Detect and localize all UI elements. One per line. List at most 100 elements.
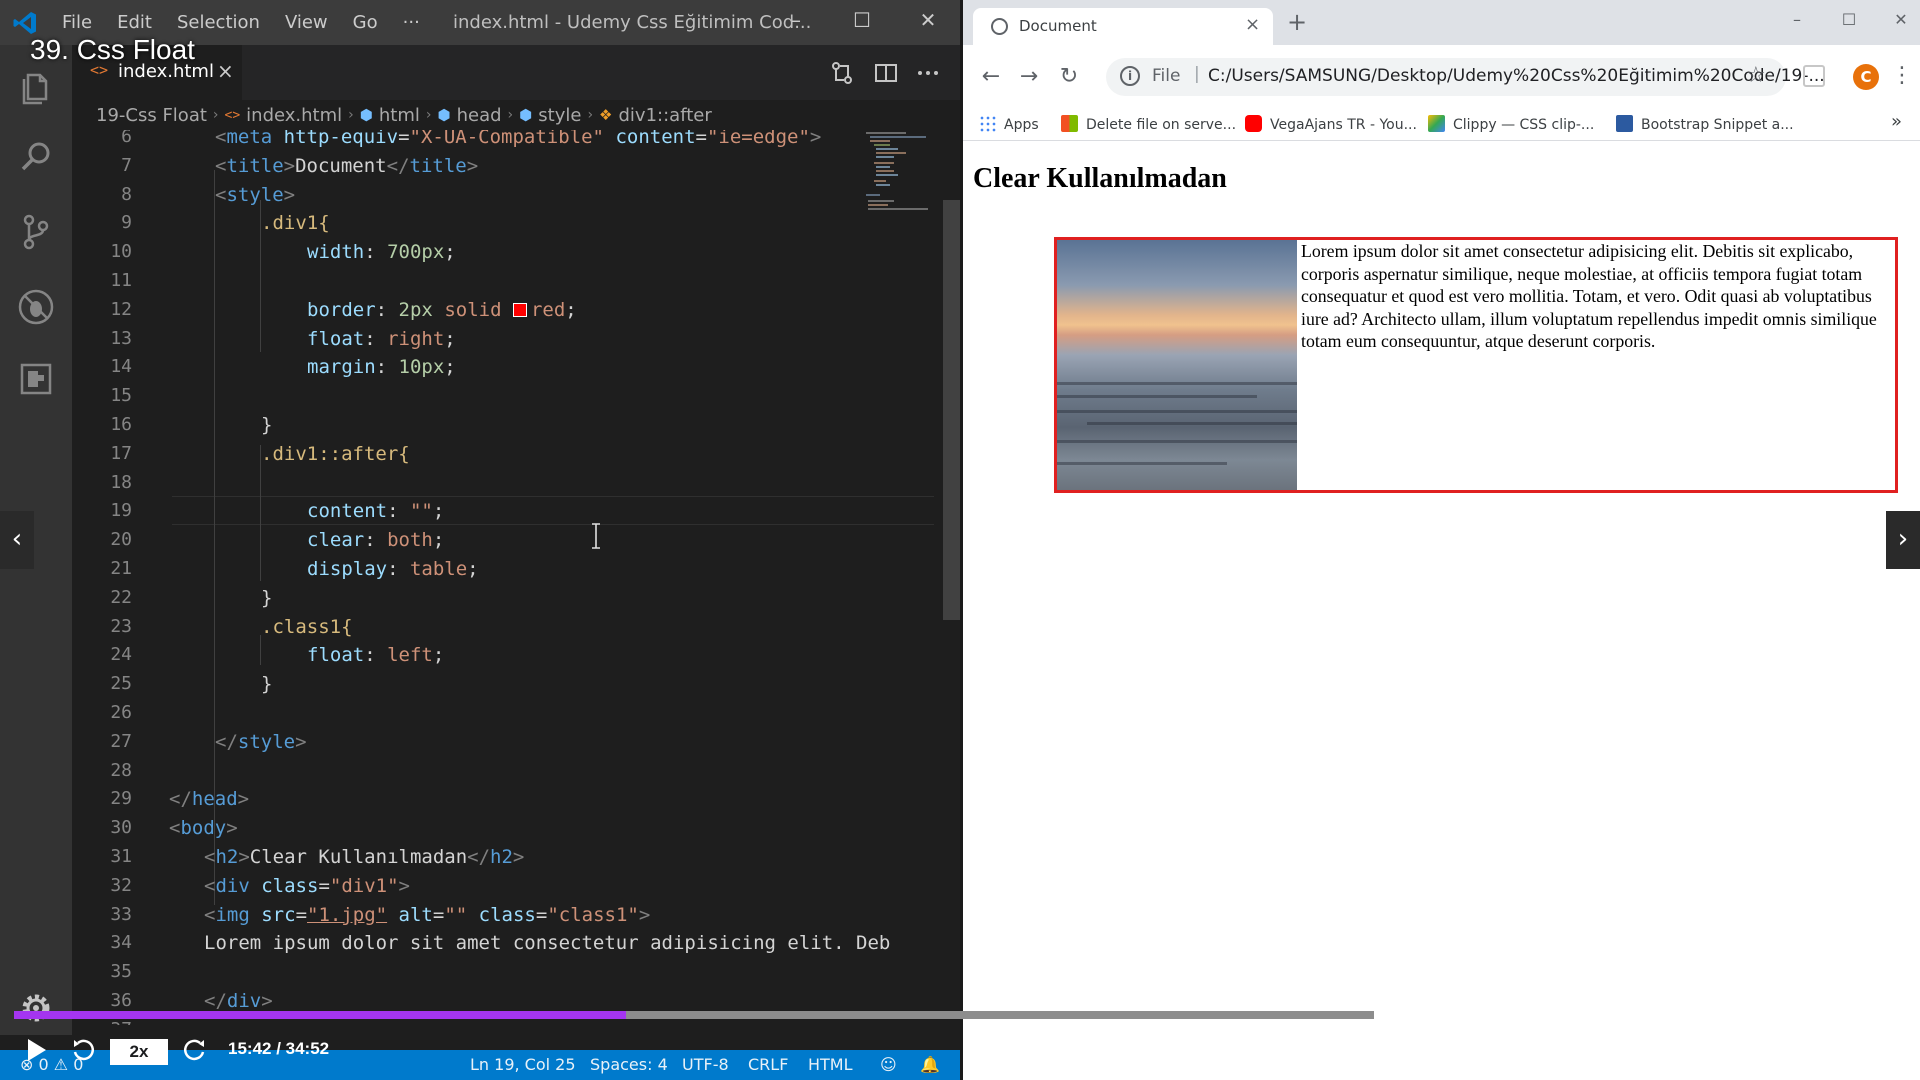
profile-avatar[interactable]: C: [1853, 64, 1879, 90]
browser-toolbar: ← → ↻ i File | C:/Users/SAMSUNG/Desktop/…: [963, 45, 1920, 107]
menu-file[interactable]: File: [62, 12, 92, 33]
address-bar[interactable]: i File | C:/Users/SAMSUNG/Desktop/Udemy%…: [1106, 58, 1825, 96]
rewind-icon[interactable]: [70, 1036, 98, 1064]
info-icon[interactable]: i: [1120, 66, 1140, 86]
menu-bar: File Edit Selection View Go ···: [62, 12, 420, 33]
minimize-icon[interactable]: –: [782, 8, 810, 36]
code-editor[interactable]: 6 7 8 9 10 11 12 13 14 15 16 17 18 19 20 21 22 23 24 25 26 27…: [72, 130, 960, 1025]
line-number: 6: [121, 130, 132, 147]
extension-icon[interactable]: [1803, 65, 1825, 87]
extensions-icon[interactable]: [14, 357, 58, 401]
text-cursor-icon: [592, 523, 600, 549]
menu-go[interactable]: Go: [353, 12, 378, 33]
chevron-right-icon: ›: [348, 107, 354, 123]
breadcrumb-style[interactable]: style: [538, 105, 581, 126]
lecture-title: 39. Css Float: [30, 34, 195, 65]
breadcrumb-file[interactable]: index.html: [246, 105, 342, 126]
line-number: 32: [110, 874, 132, 896]
code-line-12: border: 2px solid red;: [307, 298, 577, 321]
line-number: 18: [110, 471, 132, 493]
more-actions-icon[interactable]: [914, 59, 942, 87]
clippy-icon: [1428, 115, 1445, 132]
editor-tab-bar: <> index.html ×: [72, 45, 960, 100]
next-lecture-arrow-icon[interactable]: ›: [1886, 511, 1920, 569]
menu-selection[interactable]: Selection: [177, 12, 260, 33]
code-line-29: </head>: [169, 788, 250, 811]
browser-tab-strip: Document × + – ☐ ✕: [963, 0, 1920, 45]
page-viewport: Clear Kullanılmadan Lorem ipsum dolor si…: [963, 141, 1920, 1011]
line-number: 13: [110, 327, 132, 349]
forward-icon[interactable]: [180, 1036, 208, 1064]
tab-close-icon[interactable]: ×: [217, 59, 234, 83]
source-control-icon[interactable]: [14, 210, 58, 254]
line-number: 22: [110, 586, 132, 608]
minimize-icon[interactable]: –: [1785, 10, 1809, 34]
debug-icon[interactable]: [14, 285, 58, 329]
play-icon[interactable]: [22, 1036, 50, 1064]
line-number: 11: [110, 270, 132, 291]
page-heading: Clear Kullanılmadan: [973, 163, 1227, 194]
search-icon[interactable]: [14, 135, 58, 179]
code-line-7: <title>Document</title>: [215, 154, 479, 177]
vscode-logo-icon: [13, 12, 36, 34]
minimap[interactable]: [864, 130, 934, 1025]
manage-gear-icon[interactable]: [18, 990, 54, 1026]
close-window-icon[interactable]: ✕: [914, 8, 942, 36]
explorer-icon[interactable]: [14, 65, 58, 109]
maximize-icon[interactable]: ☐: [1837, 10, 1861, 34]
maximize-icon[interactable]: ☐: [848, 8, 876, 36]
split-editor-icon[interactable]: [872, 59, 900, 87]
breadcrumb-html[interactable]: html: [379, 105, 420, 126]
code-line-24: float: left;: [307, 644, 445, 667]
code-line-14: margin: 10px;: [307, 356, 456, 379]
code-line-6: <meta http-equiv="X-UA-Compatible" conte…: [215, 130, 822, 148]
forward-icon[interactable]: →: [1015, 63, 1043, 91]
bookmark-delete-file[interactable]: Delete file on serve...: [1061, 115, 1236, 133]
back-icon[interactable]: ←: [977, 63, 1005, 91]
close-window-icon[interactable]: ✕: [1889, 10, 1913, 34]
line-number: 27: [110, 730, 132, 752]
menu-more[interactable]: ···: [403, 12, 420, 33]
new-tab-button[interactable]: +: [1287, 10, 1307, 34]
bookmark-clippy[interactable]: Clippy — CSS clip-...: [1428, 115, 1594, 133]
exit-fullscreen-icon[interactable]: [1870, 1036, 1900, 1066]
bookmark-apps[interactable]: Apps: [979, 115, 1039, 133]
breadcrumb-selector[interactable]: div1::after: [619, 105, 712, 126]
breadcrumb-head[interactable]: head: [457, 105, 502, 126]
vscode-window: File Edit Selection View Go ··· index.ht…: [0, 0, 960, 1080]
open-changes-icon[interactable]: [828, 59, 856, 87]
float-container: Lorem ipsum dolor sit amet consectetur a…: [1054, 237, 1898, 493]
browser-menu-icon[interactable]: ⋮: [1891, 63, 1913, 88]
playback-speed-button[interactable]: 2x: [110, 1039, 168, 1065]
current-line-highlight: [172, 496, 934, 525]
color-swatch-icon[interactable]: [512, 302, 527, 317]
bookmark-star-icon[interactable]: ☆: [1746, 63, 1766, 88]
line-number: 8: [121, 183, 132, 205]
code-line-19: content: "";: [307, 500, 445, 523]
video-progress-bar[interactable]: [14, 1011, 1374, 1019]
chevron-right-icon: ›: [425, 107, 432, 123]
window-title: index.html - Udemy Css Eğitimim Cod...: [453, 12, 812, 33]
volume-icon[interactable]: [1774, 1036, 1804, 1066]
code-line-33: <img src="1.jpg" alt="" class="class1">: [204, 903, 651, 926]
code-line-9: .div1{: [261, 212, 330, 235]
line-number: 17: [110, 442, 132, 464]
line-number: 15: [110, 385, 132, 407]
menu-edit[interactable]: Edit: [117, 12, 152, 33]
tab-close-icon[interactable]: ×: [1245, 14, 1260, 35]
bookmark-bootstrap-snippet[interactable]: Bootstrap Snippet a...: [1616, 115, 1794, 133]
bootstrap-snippet-icon: [1616, 115, 1633, 132]
reload-icon[interactable]: ↻: [1055, 63, 1083, 91]
breadcrumb-folder[interactable]: 19-Css Float: [96, 105, 207, 126]
previous-lecture-arrow-icon[interactable]: ‹: [0, 511, 34, 569]
code-line-25: }: [261, 673, 273, 696]
line-number: 26: [110, 702, 132, 723]
more-bookmarks-icon[interactable]: »: [1891, 111, 1902, 132]
bookmark-vegaajans[interactable]: VegaAjans TR - You...: [1245, 115, 1417, 133]
editor-scrollbar[interactable]: [943, 200, 960, 620]
browser-tab-document[interactable]: Document ×: [973, 8, 1273, 45]
menu-view[interactable]: View: [285, 12, 328, 33]
code-line-27: </style>: [215, 730, 307, 753]
settings-icon[interactable]: [1822, 1036, 1852, 1066]
player-controls: 2x 15:42 / 34:52: [0, 1022, 1920, 1080]
